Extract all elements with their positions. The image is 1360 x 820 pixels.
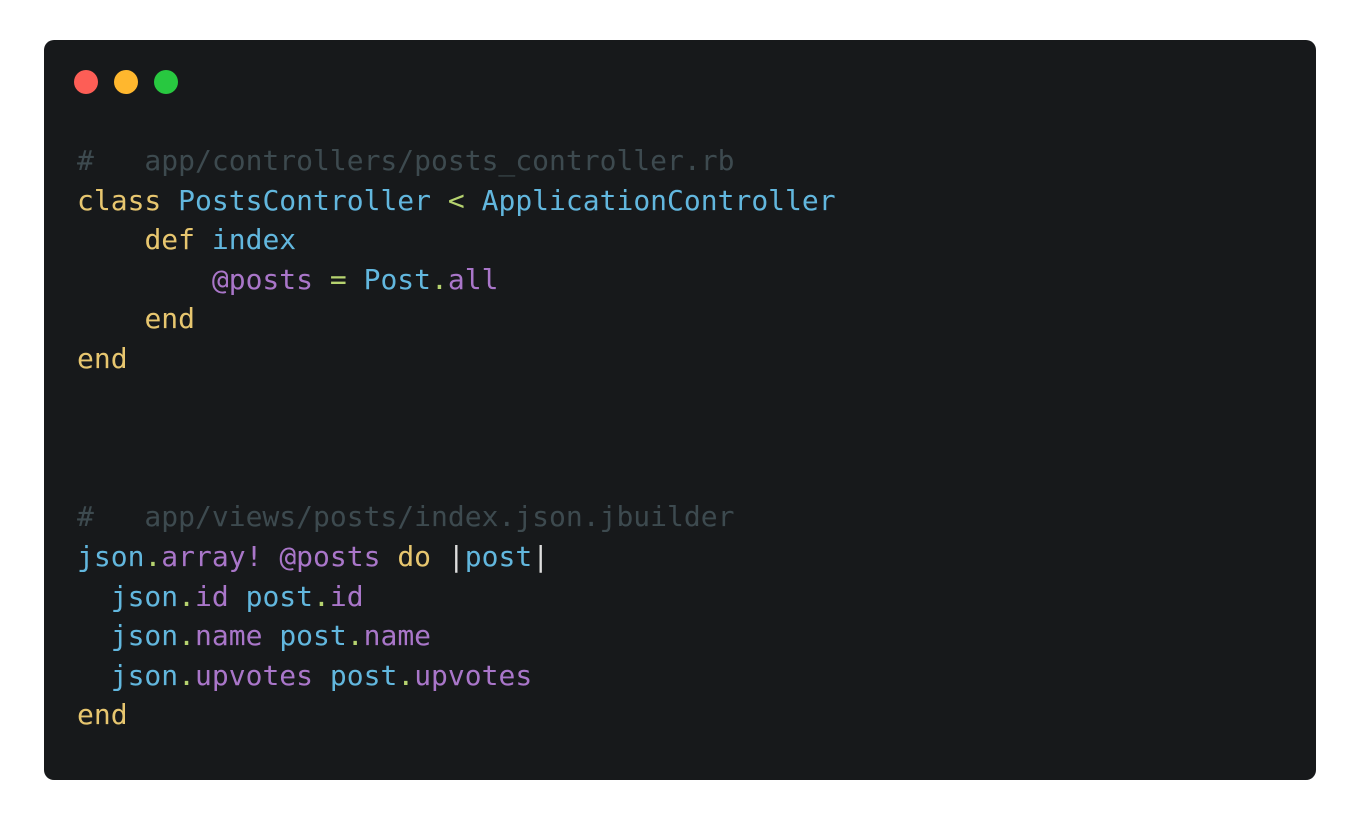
code-line: json.array! @posts do |post| [77,537,836,577]
code-token: @posts [279,539,381,573]
code-line: end [77,299,836,339]
code-token: all [447,262,499,296]
code-token: . [346,619,364,653]
code-token: end [77,341,128,375]
maximize-button[interactable] [154,70,178,94]
code-token: id [329,579,364,613]
minimize-button[interactable] [114,70,138,94]
code-line: json.name post.name [77,616,836,656]
code-token: id [195,579,229,613]
code-token: | [447,539,465,573]
code-token: post [279,619,347,653]
code-token: json [110,579,179,613]
code-token: PostsController [178,183,432,217]
code-token: < [447,183,465,217]
code-token: . [144,539,162,573]
code-token: ApplicationController [481,183,836,217]
code-line: json.upvotes post.upvotes [77,656,836,696]
code-token: end [144,302,196,336]
code-line: end [77,695,836,735]
code-line: # app/controllers/posts_controller.rb [77,141,836,181]
code-token: upvotes [414,658,533,692]
code-token: array! [161,539,263,573]
code-token: name [363,619,432,653]
code-window: # app/controllers/posts_controller.rbcla… [44,40,1316,780]
code-token: def [144,223,196,257]
code-line: end [77,339,836,379]
traffic-lights [74,70,178,94]
code-token: class [77,183,162,217]
code-token: . [431,262,448,296]
code-line: class PostsController < ApplicationContr… [77,181,836,221]
code-token: . [178,658,196,692]
code-token: end [77,698,128,732]
code-line: @posts = Post.all [77,260,836,300]
code-comment: # app/controllers/posts_controller.rb [77,144,735,177]
code-token: index [211,223,297,257]
code-token: json [110,619,179,653]
code-token: . [178,619,196,653]
code-token: @posts [211,262,314,296]
code-token: post [329,658,398,692]
code-token: | [532,539,550,573]
code-token: do [397,539,432,573]
code-token: json [77,539,145,573]
code-token: json [110,658,179,692]
code-token: . [313,579,330,613]
close-button[interactable] [74,70,98,94]
code-token: . [397,658,415,692]
code-token: . [178,579,196,613]
code-token: name [195,619,263,653]
code-token: post [464,539,533,573]
code-line: def index [77,220,836,260]
code-block: # app/controllers/posts_controller.rbcla… [77,141,836,735]
code-token: post [245,579,314,613]
code-line: # app/views/posts/index.json.jbuilder [77,497,836,537]
code-token: Post [363,262,432,296]
code-line: json.id post.id [77,577,836,617]
code-token: upvotes [195,658,314,692]
code-token: = [329,262,347,296]
code-comment: # app/views/posts/index.json.jbuilder [77,500,735,534]
